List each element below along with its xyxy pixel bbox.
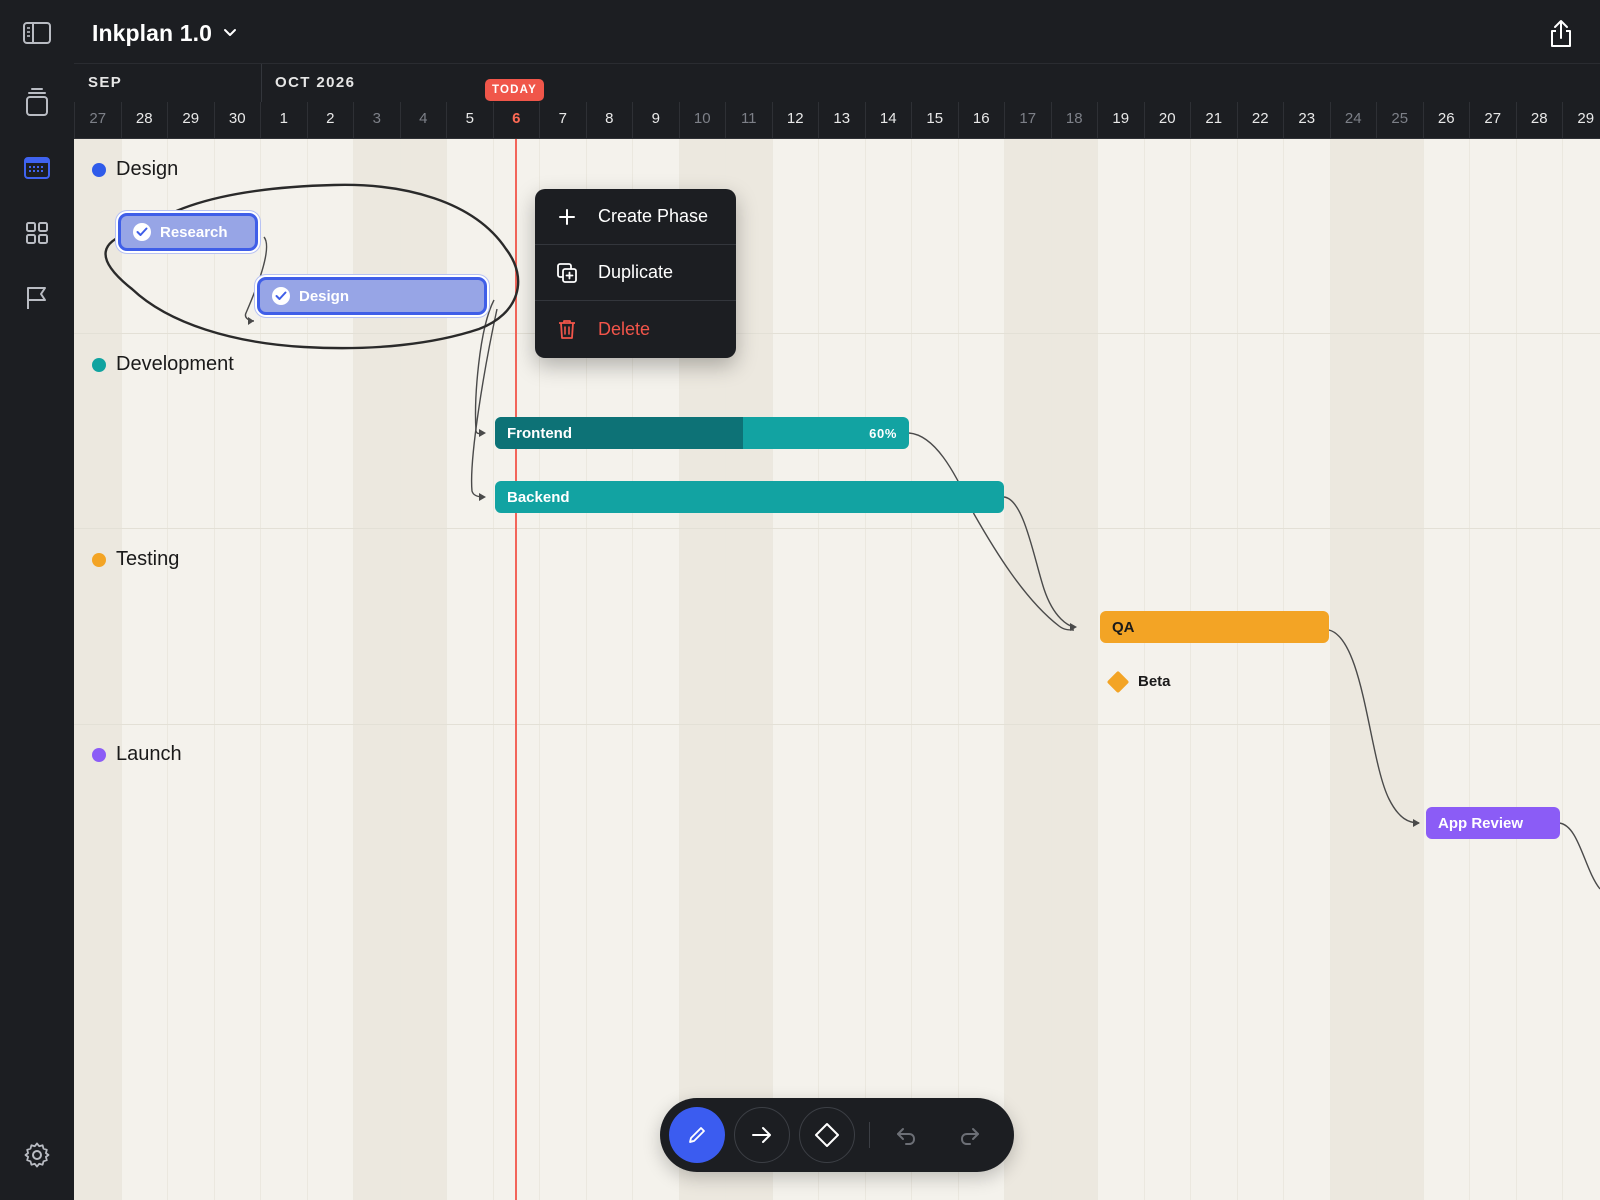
timeline-view-button[interactable]: [17, 148, 57, 188]
day-cell: 5: [446, 102, 493, 138]
day-cell: 29: [167, 102, 214, 138]
arrow-tool-button[interactable]: [734, 1107, 790, 1163]
sidebar-toggle-icon: [23, 22, 51, 44]
flag-icon: [27, 287, 46, 309]
drawing-toolbar: [660, 1098, 1014, 1172]
day-cell: 27: [1469, 102, 1516, 138]
day-cell: 21: [1190, 102, 1237, 138]
share-icon: [1551, 20, 1571, 47]
share-button[interactable]: [1544, 17, 1578, 51]
timeline-canvas[interactable]: Design Development Testing Launch Resear…: [74, 139, 1600, 1200]
task-label: Research: [160, 223, 228, 241]
task-label: Backend: [507, 488, 570, 506]
day-cell: 14: [864, 102, 912, 138]
task-bar-backend[interactable]: Backend: [495, 481, 1004, 513]
checkmark-icon: [133, 223, 151, 241]
chevron-down-icon: [223, 29, 236, 36]
day-cell: 20: [1143, 102, 1191, 138]
day-cell: 30: [213, 102, 261, 138]
project-title: Inkplan 1.0: [92, 19, 212, 46]
day-cell: 27: [74, 102, 121, 138]
day-cell: 25: [1376, 102, 1423, 138]
day-cell: 3: [353, 102, 400, 138]
grid-icon: [26, 222, 48, 244]
task-bar-frontend[interactable]: Frontend 60%: [495, 417, 909, 449]
menu-item-delete[interactable]: Delete: [535, 301, 736, 357]
top-bar: Inkplan 1.0: [74, 0, 1600, 64]
day-cell: 29: [1562, 102, 1600, 138]
menu-item-duplicate[interactable]: Duplicate: [535, 245, 736, 301]
day-cell: 13: [818, 102, 865, 138]
calendar-icon: [24, 157, 50, 179]
progress-percentage: 60%: [869, 425, 897, 441]
timeline-header: SEP OCT 2026 TODAY 27 28 29 30 1 2 3 4 5 6 7 8 9 10 11…: [74, 64, 1600, 139]
day-cell: 18: [1050, 102, 1098, 138]
undo-icon: [897, 1128, 916, 1145]
day-cell: 19: [1097, 102, 1144, 138]
toolbar-divider: [869, 1122, 870, 1148]
milestones-button[interactable]: [17, 278, 57, 318]
diamond-milestone-icon: [1106, 670, 1130, 693]
plus-icon: [555, 205, 579, 229]
menu-item-create-phase[interactable]: Create Phase: [535, 189, 736, 245]
day-cell: 28: [1515, 102, 1563, 138]
day-cell: 24: [1329, 102, 1377, 138]
day-cell: 17: [1004, 102, 1051, 138]
month-label-sep: SEP: [88, 74, 123, 91]
day-cell: 8: [585, 102, 633, 138]
pencil-tool-button[interactable]: [669, 1107, 725, 1163]
day-cell: 7: [539, 102, 586, 138]
day-cell: 11: [725, 102, 772, 138]
day-cell: 23: [1283, 102, 1330, 138]
month-divider: [261, 64, 262, 102]
settings-button[interactable]: [17, 1135, 57, 1175]
task-bar-qa[interactable]: QA: [1100, 611, 1329, 643]
day-cell: 26: [1422, 102, 1470, 138]
stack-icon: [26, 88, 48, 116]
diamond-icon: [815, 1123, 839, 1147]
pencil-icon: [689, 1127, 705, 1143]
arrow-right-icon: [752, 1127, 771, 1143]
day-cell: 28: [120, 102, 168, 138]
redo-icon: [960, 1128, 979, 1145]
day-cell: 9: [632, 102, 679, 138]
task-label: App Review: [1438, 814, 1524, 832]
task-bar-design[interactable]: Design: [260, 280, 484, 312]
task-label: Design: [299, 287, 350, 305]
task-label: Frontend: [507, 424, 572, 442]
project-switcher[interactable]: Inkplan 1.0: [92, 16, 238, 50]
sidebar-toggle-button[interactable]: [17, 13, 57, 53]
day-cell: 1: [260, 102, 307, 138]
projects-button[interactable]: [17, 82, 57, 122]
menu-item-label: Delete: [598, 318, 651, 339]
trash-icon: [555, 317, 579, 341]
milestone-label: Beta: [1138, 673, 1171, 690]
checkmark-icon: [272, 287, 290, 305]
month-label-oct: OCT 2026: [275, 74, 356, 91]
task-label: QA: [1112, 618, 1135, 636]
day-cell: 22: [1236, 102, 1284, 138]
task-bar-app-review[interactable]: App Review: [1426, 807, 1560, 839]
day-cell: 10: [678, 102, 726, 138]
day-cell-today: 6: [492, 102, 540, 138]
duplicate-icon: [555, 261, 579, 285]
menu-item-label: Duplicate: [598, 262, 674, 282]
milestone-tool-button[interactable]: [799, 1107, 855, 1163]
context-menu: Create Phase Duplicate Delete: [535, 189, 736, 358]
left-rail: [0, 0, 74, 1200]
redo-button[interactable]: [952, 1117, 988, 1153]
day-cell: 15: [911, 102, 958, 138]
day-cell: 2: [306, 102, 354, 138]
day-cell: 16: [957, 102, 1005, 138]
milestone-beta[interactable]: Beta: [1106, 670, 1171, 693]
board-view-button[interactable]: [17, 213, 57, 253]
menu-item-label: Create Phase: [598, 206, 709, 226]
task-bar-research[interactable]: Research: [121, 216, 255, 248]
settings-gear-icon: [24, 1142, 50, 1168]
lasso-selection-stroke: [104, 183, 520, 350]
day-cell: 12: [771, 102, 819, 138]
undo-button[interactable]: [888, 1117, 924, 1153]
day-cell: 4: [399, 102, 447, 138]
today-badge: TODAY: [485, 79, 544, 101]
